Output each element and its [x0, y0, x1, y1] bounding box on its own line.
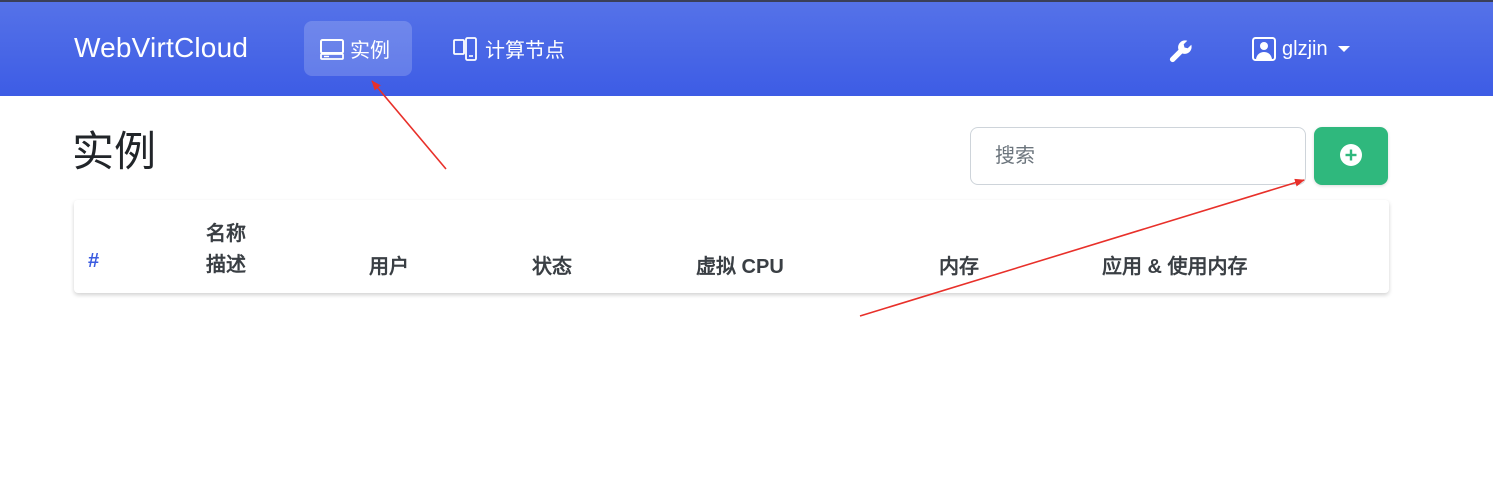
nav-item-label: 实例 — [350, 40, 390, 62]
page-title: 实例 — [72, 128, 157, 175]
top-navbar: WebVirtCloud 实例 计算节点 glzjin — [0, 2, 1493, 96]
column-header-status: 状态 — [532, 256, 572, 278]
servers-icon — [453, 36, 479, 61]
user-name: glzjin — [1282, 37, 1328, 60]
desktop-icon — [320, 38, 344, 60]
user-menu-dropdown[interactable]: glzjin — [1252, 37, 1350, 61]
column-header-index[interactable]: # — [88, 250, 99, 273]
column-header-user: 用户 — [369, 256, 409, 278]
column-header-app-memory: 应用 & 使用内存 — [1102, 256, 1248, 278]
nav-item-label: 计算节点 — [485, 40, 565, 62]
column-header-name-description: 名称 描述 — [206, 219, 246, 281]
brand-logo[interactable]: WebVirtCloud — [74, 32, 248, 64]
column-header-vcpu: 虚拟 CPU — [696, 256, 784, 278]
wrench-icon — [1168, 40, 1194, 68]
chevron-down-icon — [1337, 46, 1350, 52]
settings-menu[interactable] — [1168, 38, 1194, 69]
search-input[interactable] — [970, 127, 1306, 185]
add-instance-button[interactable] — [1314, 127, 1388, 185]
column-header-description: 描述 — [206, 254, 246, 276]
column-header-name: 名称 — [206, 223, 246, 245]
instances-table: # 名称 描述 用户 状态 虚拟 CPU 内存 应用 & 使用内存 — [74, 200, 1389, 293]
nav-item-compute-nodes[interactable]: 计算节点 — [437, 21, 587, 76]
column-header-memory: 内存 — [939, 256, 979, 278]
user-square-icon — [1252, 37, 1276, 61]
plus-circle-icon — [1339, 143, 1363, 170]
nav-item-instances[interactable]: 实例 — [304, 21, 412, 76]
